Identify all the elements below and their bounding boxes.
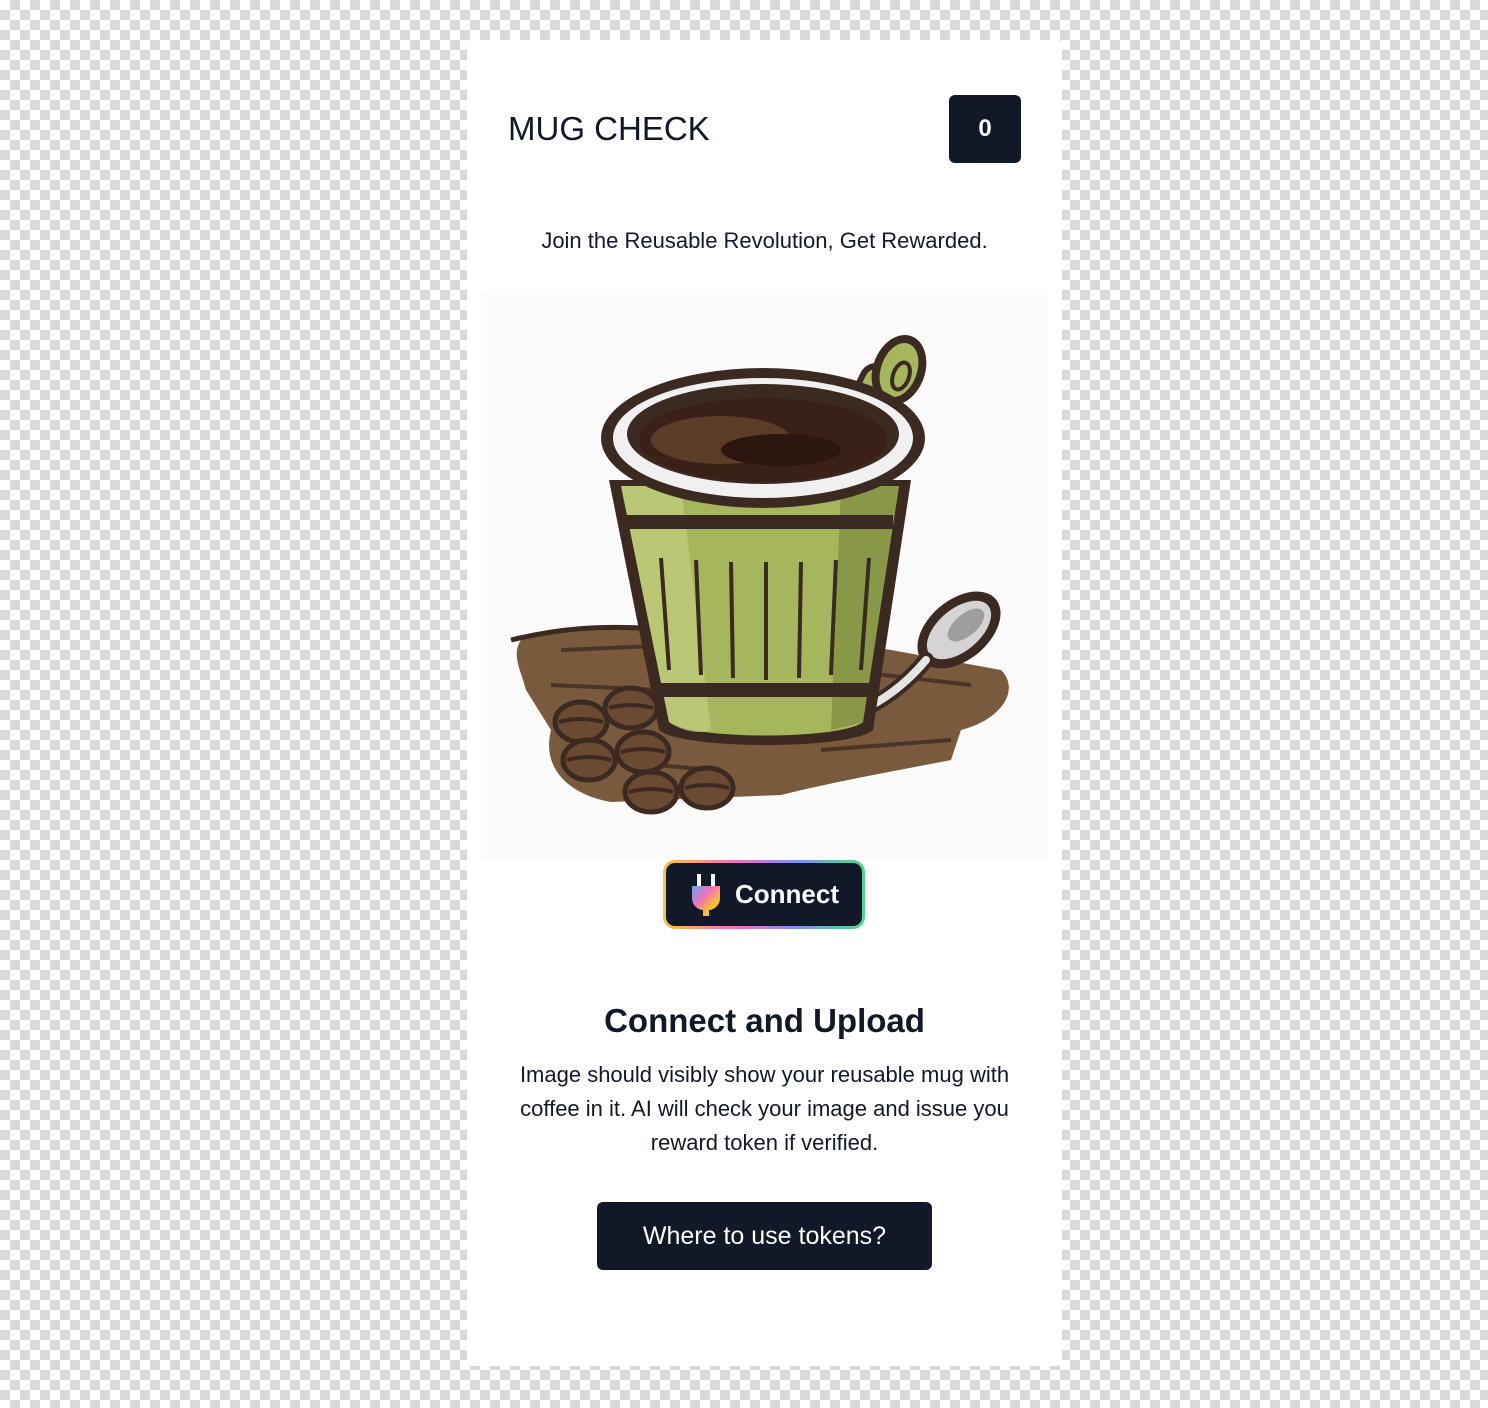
where-to-use-tokens-button[interactable]: Where to use tokens? [597,1202,932,1270]
plug-icon [692,873,720,916]
hero-image [481,290,1049,858]
coffee-cup-illustration-icon [510,335,1009,815]
connect-button[interactable]: Connect [663,860,865,929]
connect-button-inner[interactable]: Connect [666,863,862,926]
main-card: MUG CHECK 0 Join the Reusable Revolution… [467,40,1062,1366]
brand-title: MUG CHECK [508,110,710,147]
section-description: Image should visibly show your reusable … [519,1062,1010,1155]
tagline: Join the Reusable Revolution, Get Reward… [541,228,988,253]
connect-button-label: Connect [735,879,839,909]
token-balance-button[interactable]: 0 [949,95,1021,163]
section-title: Connect and Upload [604,1002,925,1039]
